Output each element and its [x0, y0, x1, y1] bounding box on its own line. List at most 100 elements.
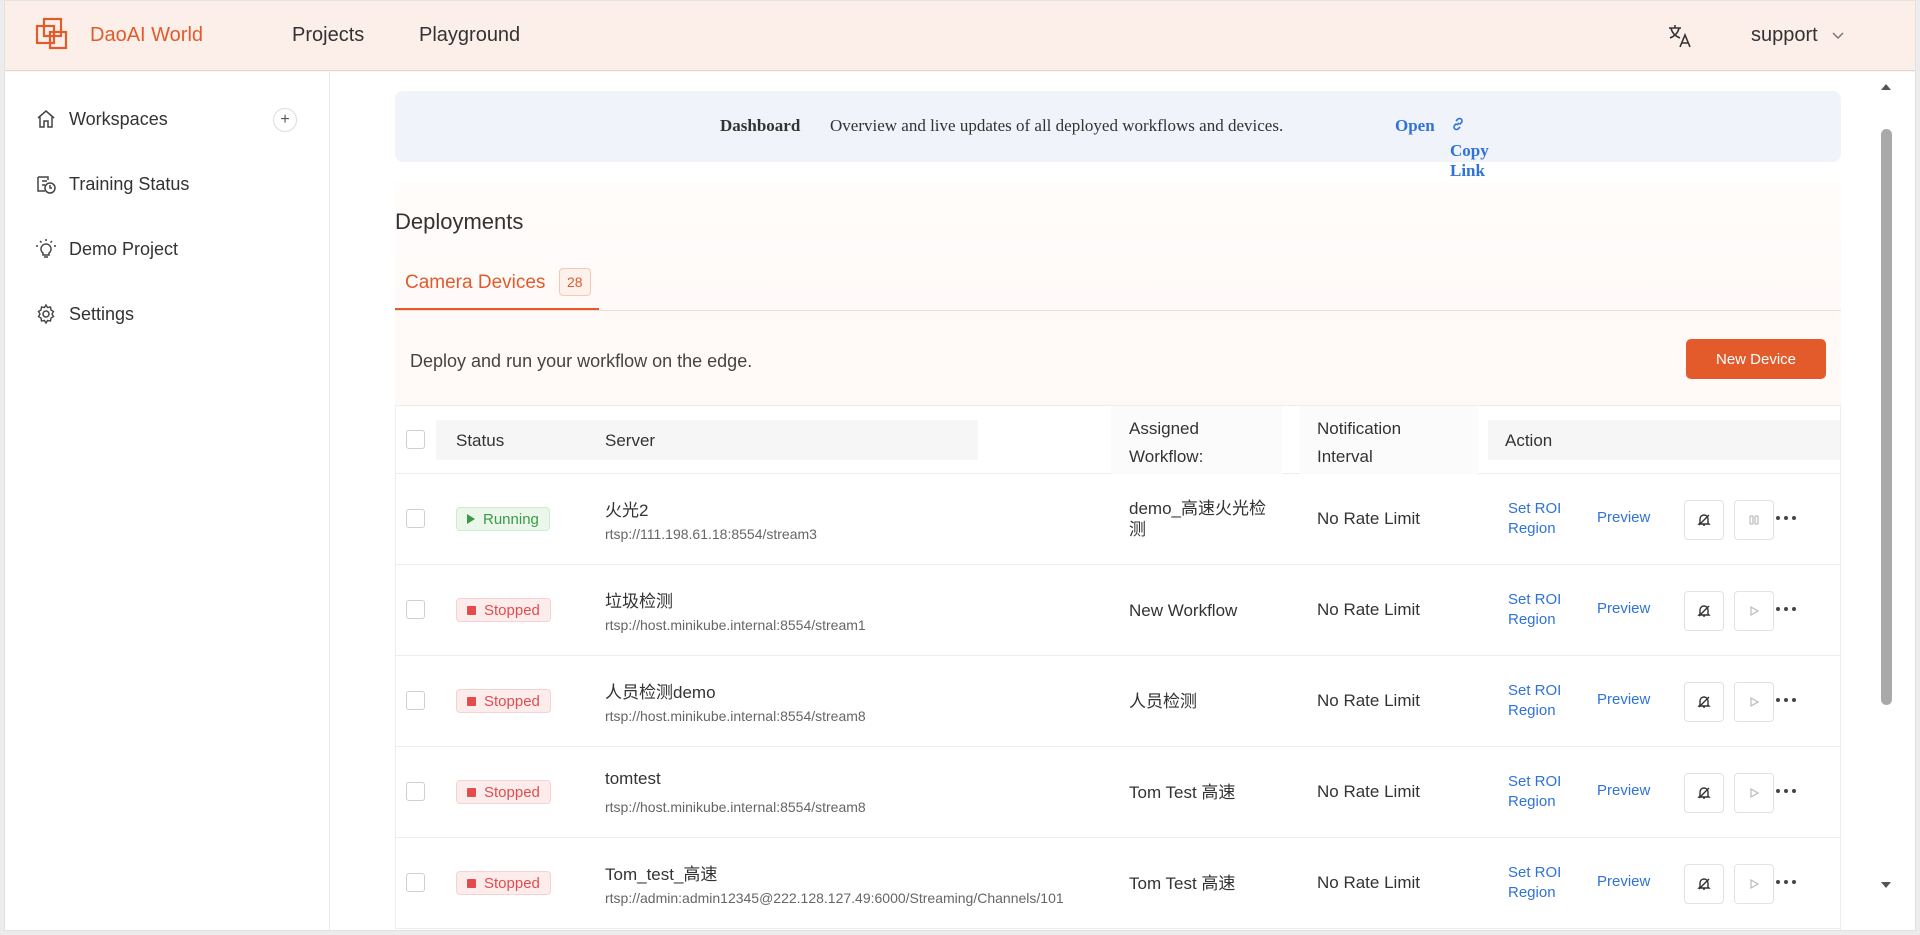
bell-off-icon [1697, 878, 1711, 890]
username: support [1751, 24, 1818, 46]
row-checkbox[interactable] [406, 691, 425, 710]
set-roi-region-link[interactable]: Set ROI Region [1508, 499, 1568, 539]
stop-icon [467, 787, 476, 797]
more-options-button[interactable] [1772, 597, 1800, 621]
status-label: Stopped [484, 783, 540, 801]
nav-playground[interactable]: Playground [419, 24, 520, 47]
status-badge: Stopped [456, 780, 551, 804]
scrollbar-thumb[interactable] [1881, 129, 1892, 705]
status-label: Stopped [484, 692, 540, 710]
more-options-button[interactable] [1772, 506, 1800, 530]
assigned-workflow: demo_高速火光检测 [1129, 499, 1266, 539]
nav-projects[interactable]: Projects [292, 24, 364, 47]
lightbulb-icon [36, 239, 56, 258]
sidebar: Workspaces + Training Status Demo Projec… [5, 72, 330, 930]
assigned-workflow: New Workflow [1129, 601, 1238, 620]
status-label: Running [483, 510, 539, 528]
notification-interval: No Rate Limit [1317, 509, 1420, 528]
set-roi-region-link[interactable]: Set ROI Region [1508, 590, 1568, 630]
notification-interval: No Rate Limit [1317, 691, 1420, 710]
link-icon [1453, 117, 1463, 131]
sidebar-item-settings[interactable]: Settings [35, 299, 134, 329]
notification-off-button[interactable] [1684, 682, 1724, 722]
user-menu[interactable]: support [1751, 24, 1844, 47]
header-notification-interval: Notification Interval [1317, 419, 1402, 466]
header-action: Action [1505, 431, 1553, 450]
start-button[interactable] [1734, 682, 1774, 722]
preview-link[interactable]: Preview [1597, 600, 1650, 617]
notification-off-button[interactable] [1684, 591, 1724, 631]
server-name: tomtest [605, 769, 661, 788]
pause-button[interactable] [1734, 500, 1774, 540]
scroll-up-icon[interactable] [1879, 82, 1893, 92]
new-device-button[interactable]: New Device [1686, 339, 1826, 379]
notification-interval: No Rate Limit [1317, 873, 1420, 892]
brand-name[interactable]: DaoAI World [90, 24, 203, 47]
start-button[interactable] [1734, 864, 1774, 904]
set-roi-region-link[interactable]: Set ROI Region [1508, 772, 1568, 812]
device-count-badge: 28 [559, 268, 591, 296]
status-label: Stopped [484, 601, 540, 619]
stop-icon [467, 878, 476, 888]
more-horizontal-icon [1776, 880, 1796, 884]
status-badge: Stopped [456, 689, 551, 713]
play-icon [1750, 878, 1760, 890]
tab-camera-devices[interactable]: Camera Devices 28 [395, 268, 599, 310]
daoai-logo-icon[interactable] [35, 17, 69, 51]
sidebar-item-label: Settings [69, 303, 135, 324]
gear-icon [37, 303, 55, 325]
play-icon [1750, 696, 1760, 708]
header-band [436, 420, 978, 460]
set-roi-region-link[interactable]: Set ROI Region [1508, 863, 1568, 903]
pause-icon [1749, 515, 1759, 525]
sidebar-item-label: Demo Project [69, 238, 179, 259]
more-options-button[interactable] [1772, 779, 1800, 803]
table-row: Stopped Tom_test_高速 rtsp://admin:admin12… [396, 838, 1840, 929]
notification-off-button[interactable] [1684, 500, 1724, 540]
tab-divider [395, 310, 1841, 311]
select-all-checkbox[interactable] [406, 430, 425, 449]
open-dashboard-link[interactable]: Open [1395, 116, 1435, 136]
preview-link[interactable]: Preview [1597, 691, 1650, 708]
server-name: Tom_test_高速 [605, 865, 718, 884]
more-options-button[interactable] [1772, 870, 1800, 894]
add-workspace-button[interactable]: + [273, 108, 297, 132]
table-row: Stopped 垃圾检测 rtsp://host.minikube.intern… [396, 565, 1840, 656]
stop-icon [467, 696, 476, 706]
deployments-card: Deployments Camera Devices 28 Deploy and… [395, 182, 1841, 930]
deployments-title: Deployments [395, 209, 524, 234]
bell-off-icon [1697, 696, 1711, 708]
set-roi-region-link[interactable]: Set ROI Region [1508, 681, 1568, 721]
sidebar-item-training-status[interactable]: Training Status [35, 169, 189, 199]
row-checkbox[interactable] [406, 782, 425, 801]
more-options-button[interactable] [1772, 688, 1800, 712]
banner-title: Dashboard [720, 116, 801, 135]
start-button[interactable] [1734, 591, 1774, 631]
row-checkbox[interactable] [406, 600, 425, 619]
scroll-down-icon[interactable] [1879, 880, 1893, 890]
notification-interval: No Rate Limit [1317, 782, 1420, 801]
table-row: Stopped 人员检测demo rtsp://host.minikube.in… [396, 656, 1840, 747]
assigned-workflow: 人员检测 [1129, 692, 1197, 711]
row-checkbox[interactable] [406, 873, 425, 892]
sidebar-item-demo-project[interactable]: Demo Project [35, 234, 178, 264]
start-button[interactable] [1734, 773, 1774, 813]
preview-link[interactable]: Preview [1597, 873, 1650, 890]
more-horizontal-icon [1776, 607, 1796, 611]
play-icon [467, 514, 475, 524]
translate-icon[interactable] [1667, 23, 1693, 49]
row-checkbox[interactable] [406, 509, 425, 528]
status-badge: Stopped [456, 871, 551, 895]
sidebar-item-workspaces[interactable]: Workspaces [35, 104, 168, 134]
app-window: DaoAI World Projects Playground support … [4, 0, 1916, 931]
notification-off-button[interactable] [1684, 773, 1724, 813]
home-icon [37, 110, 55, 128]
notification-off-button[interactable] [1684, 864, 1724, 904]
copy-link-button[interactable]: Copy Link [1450, 116, 1489, 180]
main-scrollbar[interactable] [1867, 82, 1915, 902]
preview-link[interactable]: Preview [1597, 509, 1650, 526]
status-badge: Stopped [456, 598, 551, 622]
server-url: rtsp://host.minikube.internal:8554/strea… [605, 708, 866, 724]
preview-link[interactable]: Preview [1597, 782, 1650, 799]
sidebar-item-label: Workspaces [69, 108, 168, 129]
